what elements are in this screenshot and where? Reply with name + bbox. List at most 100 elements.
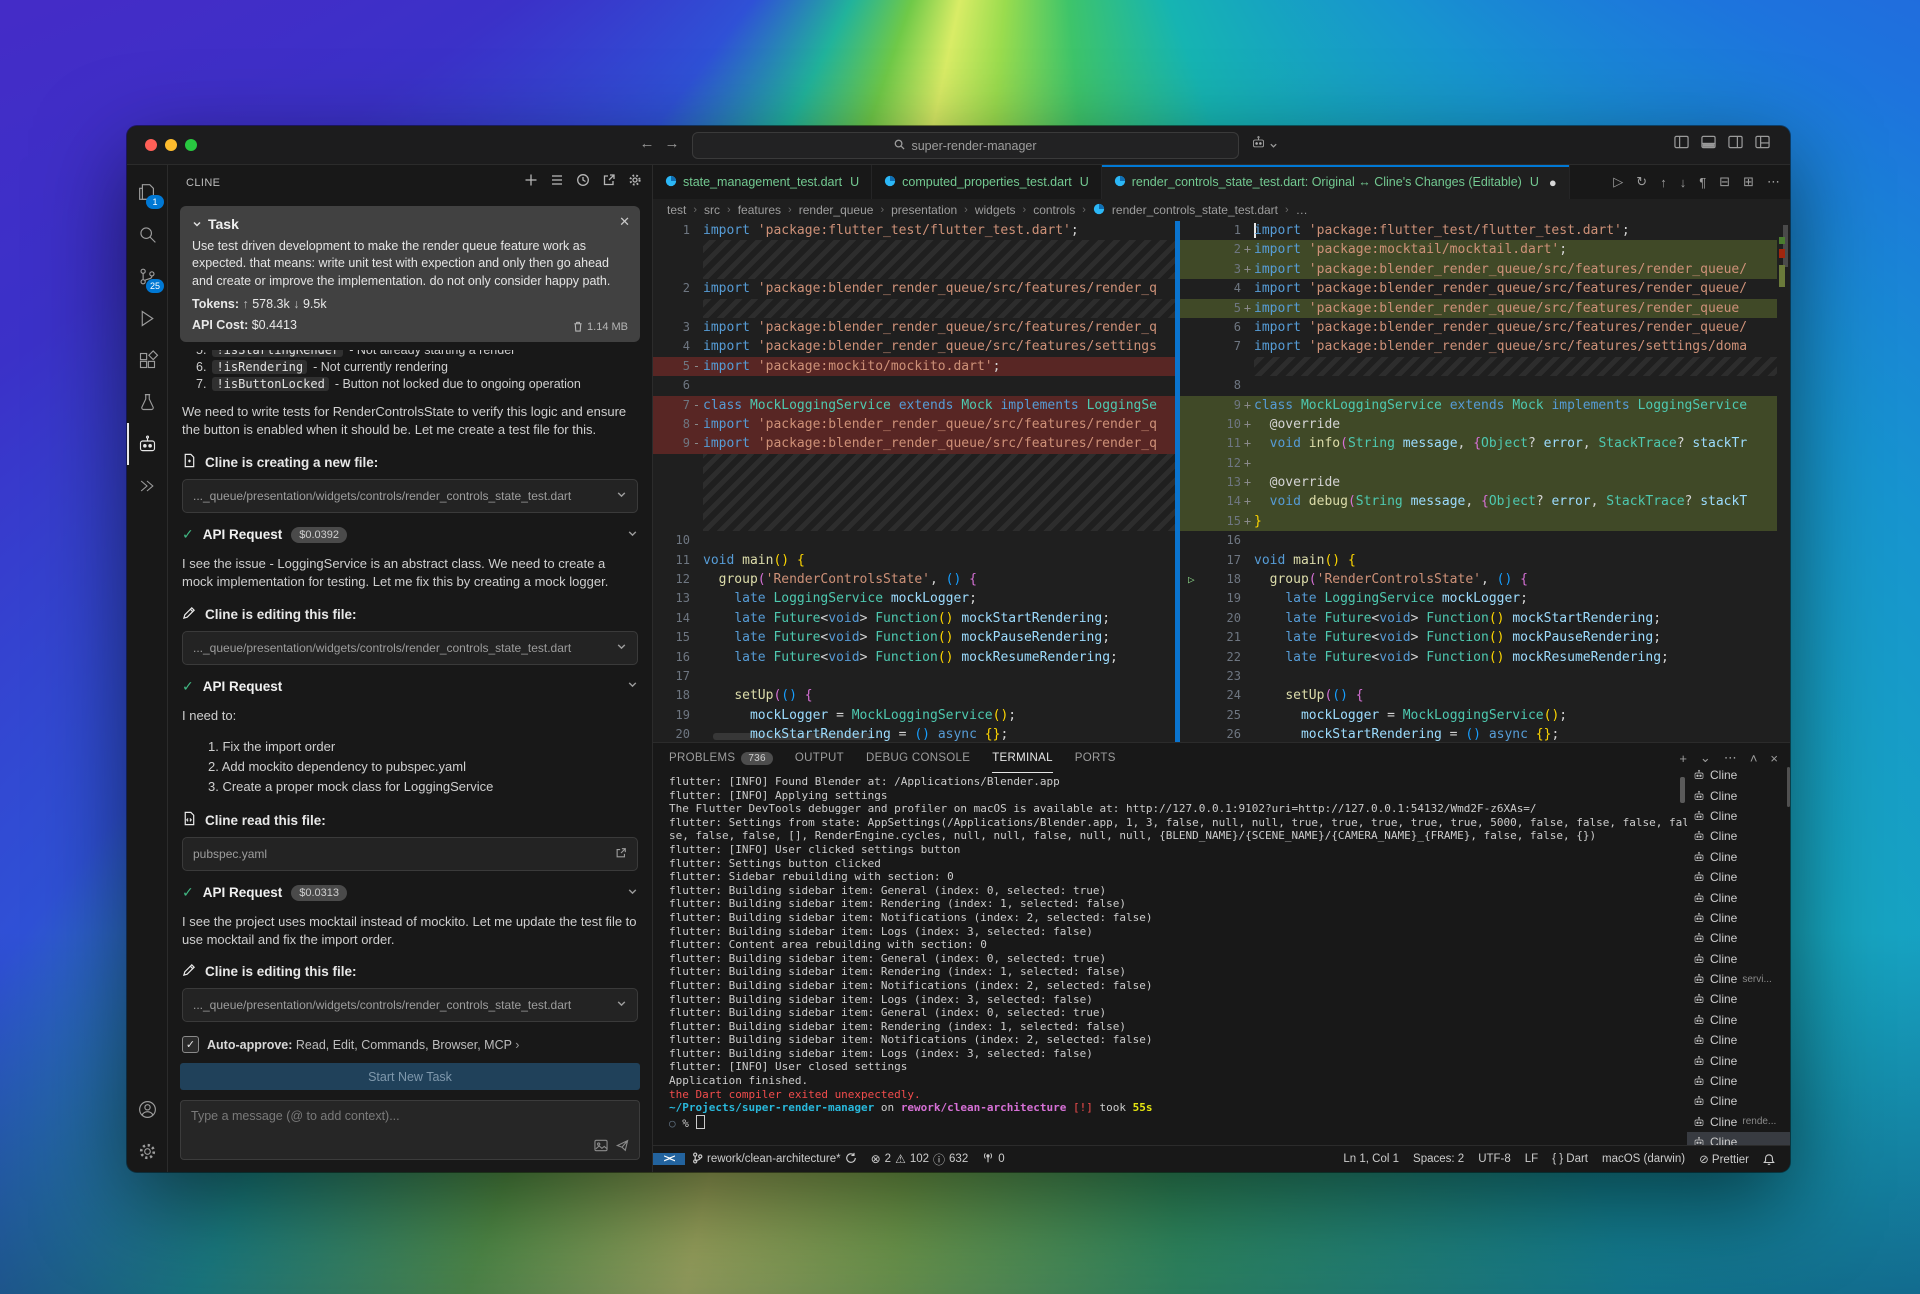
cline-titlebar-menu[interactable]: [1251, 135, 1278, 155]
tab-state_management_test.dart[interactable]: state_management_test.dartU: [653, 165, 872, 199]
terminal-session[interactable]: Cline: [1687, 806, 1790, 826]
editor-action-icon-5[interactable]: ⊟: [1719, 174, 1730, 190]
image-icon[interactable]: [594, 1139, 608, 1152]
activity-item-account-icon[interactable]: [127, 1088, 167, 1130]
activity-item-settings-gear-icon[interactable]: [127, 1130, 167, 1172]
terminal-session[interactable]: Cline: [1687, 928, 1790, 948]
auto-approve-checkbox[interactable]: ✓: [182, 1036, 199, 1053]
api-request-row[interactable]: ✓API Request: [182, 678, 638, 695]
history-back-button[interactable]: ←: [637, 135, 657, 152]
activity-item-source-control-icon[interactable]: 25: [127, 255, 167, 297]
send-icon[interactable]: [616, 1139, 629, 1152]
start-new-task-button[interactable]: Start New Task: [180, 1063, 640, 1090]
panel-action-icon-4[interactable]: ×: [1770, 751, 1778, 766]
zoom-window-button[interactable]: [185, 139, 197, 151]
breadcrumb-item[interactable]: …: [1296, 203, 1308, 217]
chevron-down-icon[interactable]: [192, 219, 202, 229]
terminal-session[interactable]: Cline: [1687, 1132, 1790, 1145]
terminal-session[interactable]: Cline: [1687, 1091, 1790, 1111]
file-chip[interactable]: ..._queue/presentation/widgets/controls/…: [182, 631, 638, 665]
editor-action-icon-6[interactable]: ⊞: [1743, 174, 1754, 190]
terminal-session[interactable]: Cline: [1687, 989, 1790, 1009]
panel-action-icon-2[interactable]: ⋯: [1724, 750, 1737, 766]
activity-item-extensions-icon[interactable]: [127, 339, 167, 381]
terminal-session[interactable]: Cline: [1687, 949, 1790, 969]
editor-action-icon-3[interactable]: ↓: [1680, 175, 1687, 190]
panel-action-icon-1[interactable]: ⌄: [1700, 750, 1711, 766]
terminal-session[interactable]: Cline: [1687, 1071, 1790, 1091]
panel-tab-debug-console[interactable]: DEBUG CONSOLE: [866, 743, 970, 773]
git-branch-status[interactable]: rework/clean-architecture*: [685, 1152, 864, 1167]
activity-item-explorer-icon[interactable]: 1: [127, 171, 167, 213]
chevron-down-icon[interactable]: [616, 489, 627, 503]
api-request-row[interactable]: ✓API Request$0.0392: [182, 526, 638, 543]
status-right-1[interactable]: Spaces: 2: [1406, 1153, 1471, 1165]
terminal-session[interactable]: Cline: [1687, 1010, 1790, 1030]
terminal-session[interactable]: Cline: [1687, 908, 1790, 928]
layout-customize-icon[interactable]: [1755, 135, 1770, 149]
editor-action-icon-0[interactable]: ▷: [1613, 174, 1623, 190]
panel-action-icon-0[interactable]: +: [1679, 751, 1687, 766]
sync-icon[interactable]: [845, 1152, 857, 1167]
chevron-down-icon[interactable]: [616, 998, 627, 1012]
breadcrumb-item[interactable]: src: [704, 203, 720, 217]
status-right-3[interactable]: LF: [1518, 1153, 1545, 1165]
external-link-icon[interactable]: [615, 847, 627, 862]
activity-item-testing-icon[interactable]: [127, 381, 167, 423]
problems-status[interactable]: ⊗2⚠102ⓘ632: [864, 1151, 976, 1168]
titlebar[interactable]: ← → super-render-manager: [127, 126, 1790, 165]
editor-action-icon-4[interactable]: ¶: [1699, 175, 1706, 190]
chevron-down-icon[interactable]: [627, 677, 638, 695]
breadcrumb-item[interactable]: features: [738, 203, 781, 217]
remote-indicator[interactable]: ><: [653, 1153, 685, 1165]
terminal-output[interactable]: flutter: [INFO] Found Blender at: /Appli…: [653, 773, 1687, 1145]
file-chip[interactable]: ..._queue/presentation/widgets/controls/…: [182, 479, 638, 513]
panel-tab-output[interactable]: OUTPUT: [795, 743, 844, 773]
terminal-session[interactable]: Cline: [1687, 826, 1790, 846]
editor-action-icon-1[interactable]: ↻: [1636, 174, 1647, 190]
history-forward-button[interactable]: →: [662, 135, 682, 152]
minimize-window-button[interactable]: [165, 139, 177, 151]
panel-action-icon-3[interactable]: ˄: [1750, 751, 1758, 766]
status-right-0[interactable]: Ln 1, Col 1: [1336, 1153, 1406, 1165]
close-task-icon[interactable]: ✕: [619, 214, 630, 230]
session-list-scrollbar[interactable]: [1787, 767, 1790, 807]
breadcrumb-item[interactable]: presentation: [891, 203, 957, 217]
breadcrumb-item[interactable]: render_controls_state_test.dart: [1112, 203, 1278, 217]
gear-icon[interactable]: [628, 173, 642, 192]
tab-render_controls_state_test.dart[interactable]: render_controls_state_test.dart: Origina…: [1102, 165, 1570, 199]
activity-item-search-icon[interactable]: [127, 213, 167, 255]
status-right-6[interactable]: ⊘ Prettier: [1692, 1152, 1756, 1166]
terminal-scrollbar[interactable]: [1680, 777, 1685, 803]
file-chip[interactable]: ..._queue/presentation/widgets/controls/…: [182, 988, 638, 1022]
activity-item-run-debug-icon[interactable]: [127, 297, 167, 339]
panel-tab-problems[interactable]: PROBLEMS736: [669, 743, 773, 773]
message-input[interactable]: Type a message (@ to add context)...: [180, 1100, 640, 1160]
panel-tab-terminal[interactable]: TERMINAL: [992, 743, 1053, 773]
terminal-session[interactable]: Cline: [1687, 1050, 1790, 1070]
chevron-down-icon[interactable]: [627, 884, 638, 902]
editor-action-icon-7[interactable]: ⋯: [1767, 174, 1780, 190]
status-right-5[interactable]: macOS (darwin): [1595, 1153, 1692, 1165]
ports-status[interactable]: 0: [975, 1152, 1011, 1167]
panel-tab-ports[interactable]: PORTS: [1075, 743, 1116, 773]
terminal-session[interactable]: Cline: [1687, 1030, 1790, 1050]
breadcrumb-item[interactable]: test: [667, 203, 686, 217]
breadcrumb[interactable]: test›src›features›render_queue›presentat…: [653, 199, 1790, 221]
file-chip[interactable]: pubspec.yaml: [182, 837, 638, 871]
layout-panel-icon[interactable]: [1701, 135, 1716, 149]
terminal-session[interactable]: Cline: [1687, 847, 1790, 867]
api-request-row[interactable]: ✓API Request$0.0313: [182, 884, 638, 901]
close-window-button[interactable]: [145, 139, 157, 151]
breadcrumb-item[interactable]: render_queue: [799, 203, 874, 217]
layout-secondary-sidebar-icon[interactable]: [1728, 135, 1743, 149]
open-external-icon[interactable]: [602, 173, 616, 192]
layout-sidebar-icon[interactable]: [1674, 135, 1689, 149]
activity-item-chevrons-icon[interactable]: [127, 465, 167, 507]
notifications-bell-icon[interactable]: [1756, 1153, 1782, 1166]
command-center-search[interactable]: super-render-manager: [692, 132, 1239, 159]
unsaved-dot-icon[interactable]: ●: [1549, 175, 1557, 190]
diff-modified-pane[interactable]: 1import 'package:flutter_test/flutter_te…: [1180, 221, 1790, 742]
diff-original-pane[interactable]: 1import 'package:flutter_test/flutter_te…: [653, 221, 1175, 742]
terminal-session[interactable]: Clinerende...: [1687, 1112, 1790, 1132]
